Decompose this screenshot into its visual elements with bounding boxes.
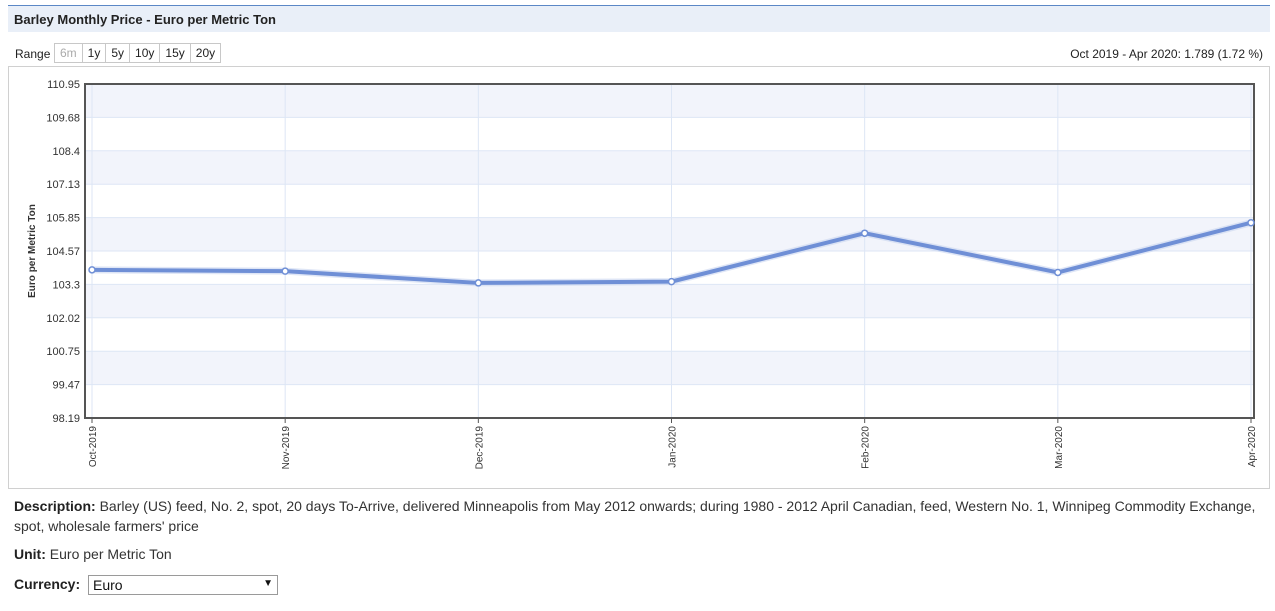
data-point <box>1054 268 1062 277</box>
y-tick-label: 103.3 <box>52 279 80 291</box>
price-change-summary: Oct 2019 - Apr 2020: 1.789 (1.72 %) <box>1070 47 1263 61</box>
y-tick-label: 109.68 <box>46 112 80 124</box>
y-tick-label: 110.95 <box>47 79 80 91</box>
chart-container: 110.95 109.68 108.4 107.13 105.85 104.57 103.3… <box>8 66 1270 489</box>
unit-value: Euro per Metric Ton <box>49 546 172 562</box>
x-tick-label: Mar-2020 <box>1054 426 1065 469</box>
x-tick-label: Jan-2020 <box>668 426 679 468</box>
description-label: Description: <box>14 498 96 514</box>
range-button-group: 6m 1y 5y 10y 15y 20y <box>54 43 222 63</box>
currency-selected-value: Euro <box>93 577 123 593</box>
x-tick-label: Oct-2019 <box>88 426 99 468</box>
data-point <box>88 266 96 274</box>
chevron-down-icon: ▼ <box>263 578 273 589</box>
y-tick-label: 99.47 <box>52 380 80 392</box>
range-label: Range <box>15 47 51 61</box>
y-axis-title: Euro per Metric Ton <box>27 204 38 298</box>
y-tick-label: 104.57 <box>46 246 80 258</box>
y-tick-label: 98.19 <box>52 413 80 425</box>
description: Description: Barley (US) feed, No. 2, sp… <box>14 496 1264 536</box>
description-text: Barley (US) feed, No. 2, spot, 20 days T… <box>14 498 1256 534</box>
range-button-5y[interactable]: 5y <box>106 44 131 62</box>
plot-band <box>85 84 1254 118</box>
y-tick-label: 107.13 <box>46 179 80 191</box>
currency-label: Currency: <box>14 576 81 592</box>
chart-title: Barley Monthly Price - Euro per Metric T… <box>14 12 276 27</box>
y-tick-label: 102.02 <box>46 313 80 325</box>
currency-select[interactable]: Euro ▼ <box>88 575 278 595</box>
plot-band <box>85 284 1254 318</box>
y-tick-label: 100.75 <box>46 346 80 358</box>
x-tick-label: Nov-2019 <box>281 426 292 470</box>
range-button-1y[interactable]: 1y <box>82 44 107 62</box>
plot-band <box>85 217 1254 251</box>
plot-band <box>85 351 1254 385</box>
data-point <box>474 279 483 287</box>
range-button-10y[interactable]: 10y <box>130 44 161 62</box>
data-point <box>1247 218 1255 227</box>
line-chart: 110.95 109.68 108.4 107.13 105.85 104.57 103.3… <box>27 79 1258 470</box>
data-point <box>667 277 676 286</box>
y-tick-label: 108.4 <box>52 146 80 158</box>
range-button-20y[interactable]: 20y <box>190 44 221 62</box>
currency-row: Currency: Euro ▼ <box>14 575 278 595</box>
plot-band <box>85 150 1254 185</box>
data-point <box>860 229 869 237</box>
y-tick-label: 105.85 <box>46 213 80 225</box>
range-button-15y[interactable]: 15y <box>160 44 191 62</box>
unit-label: Unit: <box>14 546 46 562</box>
x-tick-label: Dec-2019 <box>474 426 485 470</box>
chart-title-bar: Barley Monthly Price - Euro per Metric T… <box>8 5 1270 32</box>
x-tick-label: Apr-2020 <box>1247 426 1258 468</box>
unit-row: Unit: Euro per Metric Ton <box>14 546 172 562</box>
range-button-6m[interactable]: 6m <box>55 44 83 62</box>
x-tick-label: Feb-2020 <box>861 426 872 469</box>
data-point <box>281 267 289 275</box>
